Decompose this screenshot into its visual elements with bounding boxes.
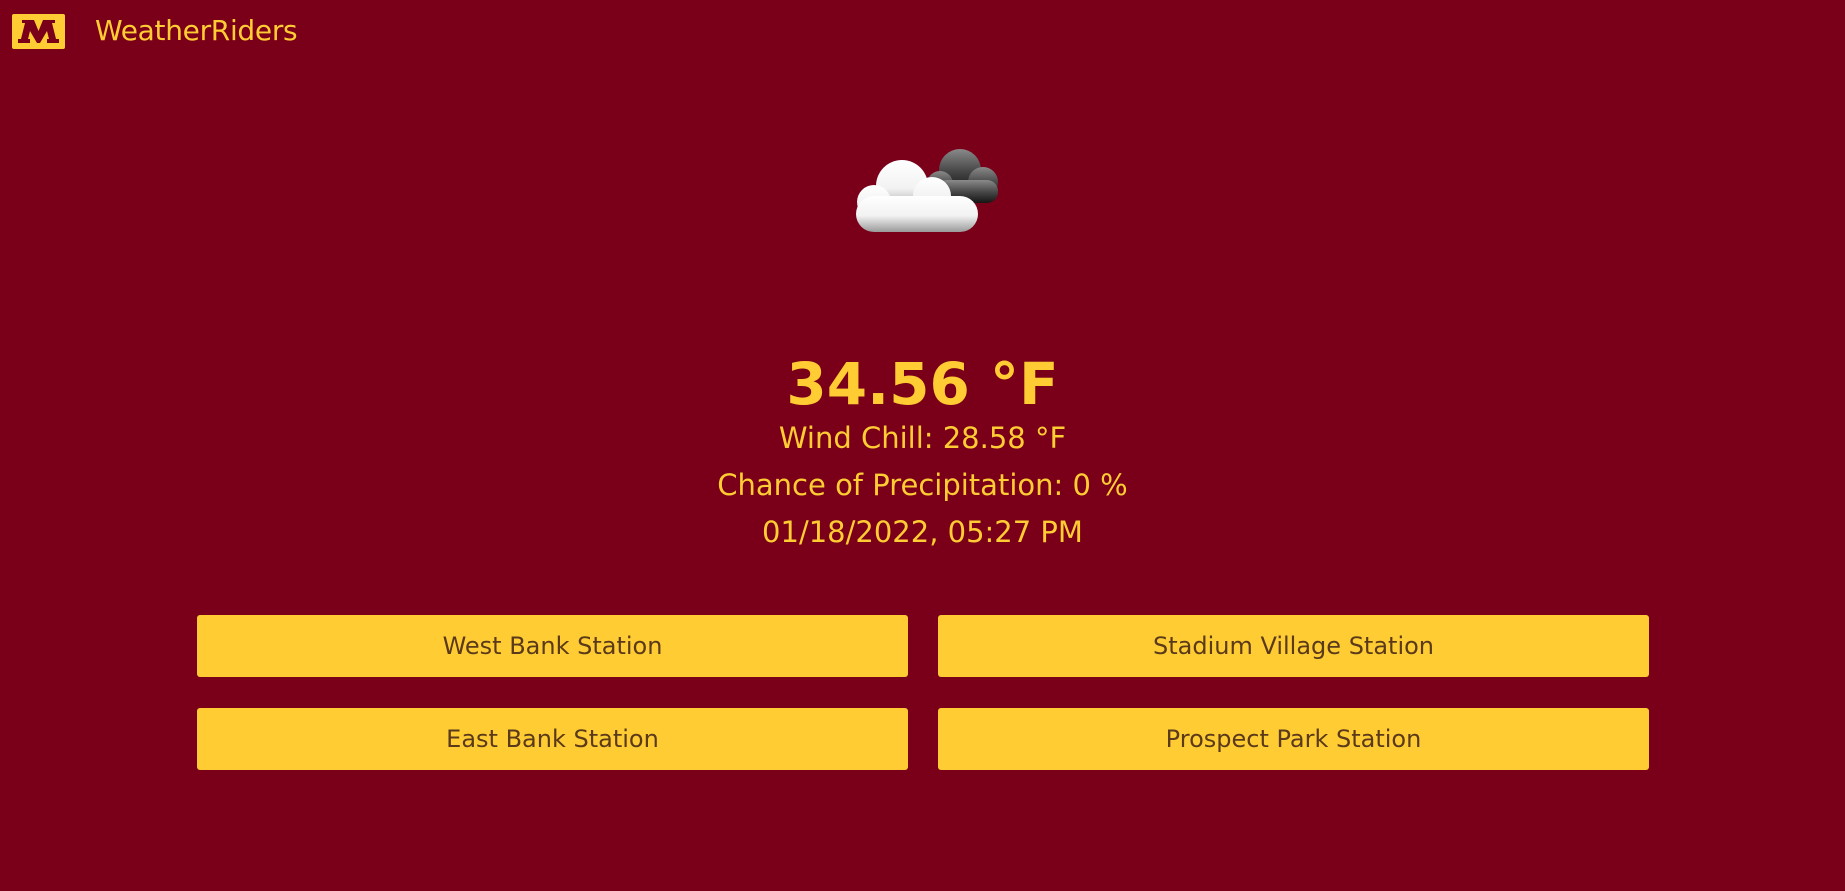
datetime-readout: 01/18/2022, 05:27 PM [762,515,1083,549]
wind-chill-readout: Wind Chill: 28.58 °F [778,421,1067,455]
east-bank-station-button[interactable]: East Bank Station [197,708,908,770]
temperature-readout: 34.56 °F [786,350,1059,418]
app-title[interactable]: WeatherRiders [95,13,298,49]
precipitation-readout: Chance of Precipitation: 0 % [717,468,1128,502]
app-page: WeatherRiders 34.56 °F Wind Chill: 28.58… [0,0,1845,891]
stadium-village-station-button[interactable]: Stadium Village Station [938,615,1649,677]
prospect-park-station-button[interactable]: Prospect Park Station [938,708,1649,770]
partly-cloudy-night-icon [836,140,1016,240]
west-bank-station-button[interactable]: West Bank Station [197,615,908,677]
university-m-logo-icon[interactable] [12,14,65,49]
